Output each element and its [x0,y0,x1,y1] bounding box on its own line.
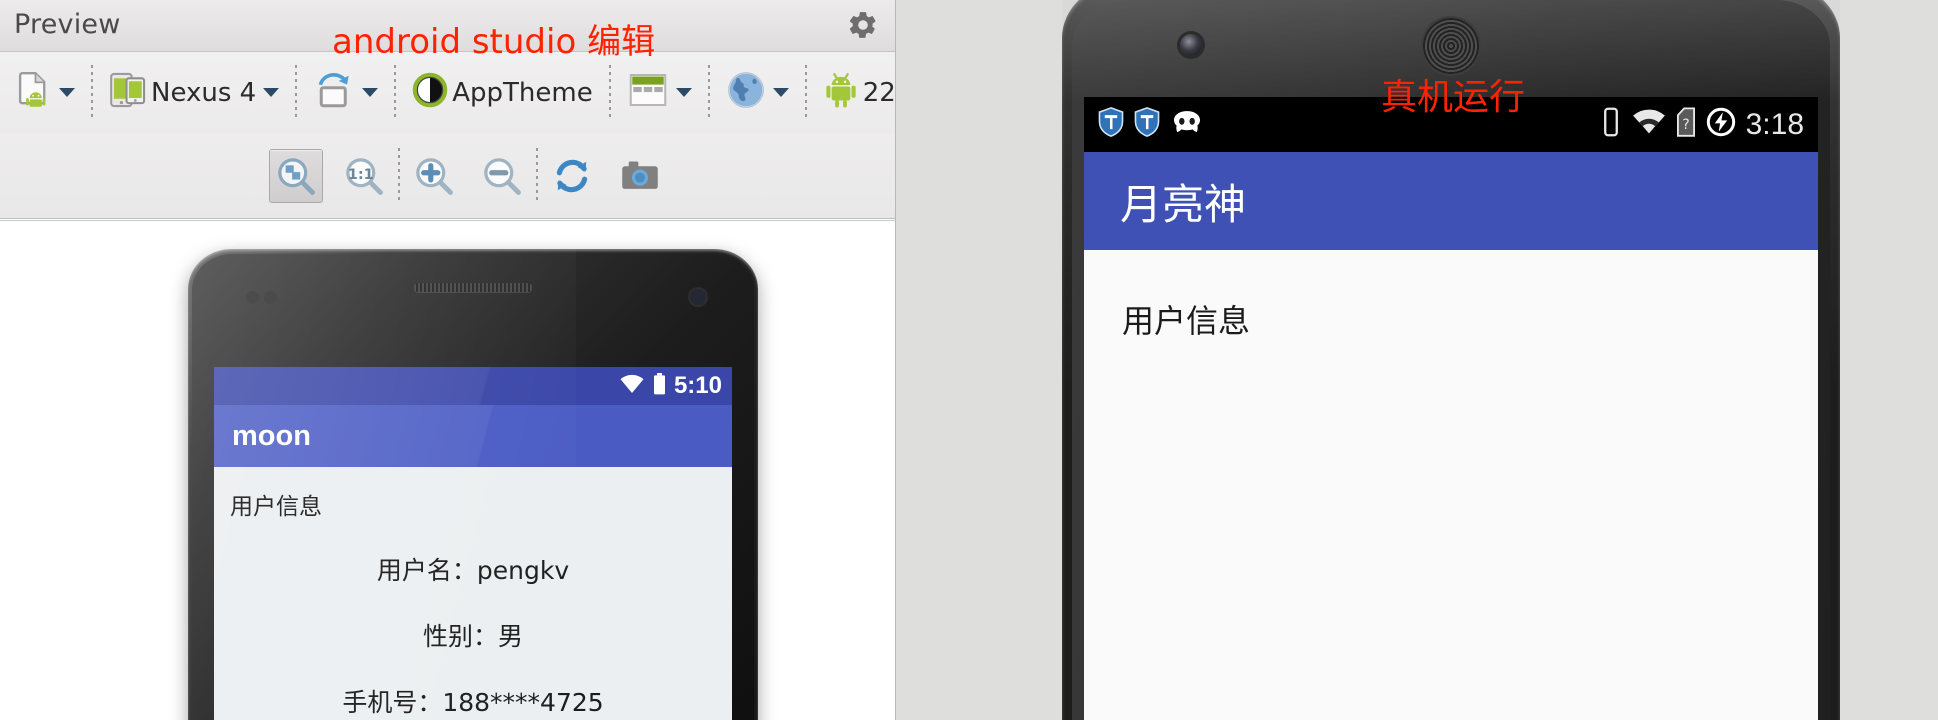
real-device-frame: ? 3:18 月亮神 用户信息 [1062,0,1840,720]
background-gap [897,0,1062,720]
sim-unknown-icon: ? [1676,107,1696,142]
preview-app-bar: moon [214,405,732,467]
rotate-icon [313,70,355,115]
layout-icon [627,70,669,115]
device-icon [109,70,147,115]
zoom-out-button[interactable] [475,149,529,203]
zoom-in-button[interactable] [407,149,461,203]
preview-status-bar: 5:10 [214,367,732,405]
background-right [1840,0,1938,720]
locale-chooser[interactable] [721,66,794,119]
vibrate-icon [1600,107,1622,142]
chevron-down-icon [263,88,280,97]
proximity-sensor-icon [246,291,259,304]
preview-row-username: 用户名：pengkv [376,556,570,585]
preview-render-canvas[interactable]: 5:10 moon 用户信息 用户名：pengkv 性别：男 手机号：188**… [0,220,895,720]
chevron-down-icon [362,88,379,97]
screenshot-root: Preview Nexus 4 AppTheme 22 1:1 5:10 moo… [0,0,1938,720]
battery-charging-icon [1706,107,1736,142]
globe-icon [726,70,766,115]
theme-chooser-label: AppTheme [452,77,593,108]
device-chooser-label: Nexus 4 [151,77,257,108]
preview-device-screen: 5:10 moon 用户信息 用户名：pengkv 性别：男 手机号：188**… [214,367,732,720]
preview-device-frame: 5:10 moon 用户信息 用户名：pengkv 性别：男 手机号：188**… [188,249,758,720]
preview-config-toolbar: Nexus 4 AppTheme 22 [0,52,896,133]
shield-icon [1098,107,1124,142]
configuration-chooser[interactable] [11,67,80,118]
preview-section-label: 用户信息 [230,494,322,520]
screenshot-button[interactable] [613,149,667,203]
svg-text:?: ? [1682,117,1689,133]
preview-row-phone: 手机号：188****4725 [342,688,604,717]
api-chooser-label: 22 [862,77,896,108]
battery-icon [653,372,666,400]
front-camera-icon [690,289,706,305]
light-sensor-icon [264,291,277,304]
api-chooser[interactable]: 22 [818,67,896,118]
refresh-button[interactable] [545,149,599,203]
theme-chooser[interactable]: AppTheme [407,68,597,117]
real-screen-content: 用户信息 [1084,250,1818,720]
device-chooser[interactable]: Nexus 4 [104,66,284,119]
preview-screen-content: 用户信息 用户名：pengkv 性别：男 手机号：188****4725 [214,467,732,720]
real-app-title: 月亮神 [1120,179,1247,229]
status-bar-system-icons: ? 3:18 [1600,107,1804,142]
gear-icon[interactable] [844,6,882,44]
activity-chooser[interactable] [622,66,697,119]
preview-row-gender: 性别：男 [422,622,523,651]
wifi-icon [1632,108,1666,141]
preview-titlebar: Preview [0,0,895,52]
real-status-bar: ? 3:18 [1084,97,1818,152]
theme-contrast-icon [412,72,448,113]
status-bar-notifications [1098,107,1204,142]
real-section-label: 用户信息 [1122,302,1251,340]
android-robot-icon [823,71,859,114]
preview-app-title: moon [232,419,311,452]
toolbar-separator [398,147,400,204]
preview-status-time: 5:10 [673,372,722,399]
zoom-to-fit-button[interactable] [269,148,323,203]
real-app-bar: 月亮神 [1084,152,1818,250]
preview-zoom-toolbar: 1:1 [0,133,895,219]
real-device-screen: ? 3:18 月亮神 用户信息 [1084,97,1818,720]
file-android-icon [16,71,52,114]
wifi-icon [619,374,645,399]
chevron-down-icon [675,88,692,97]
chevron-down-icon [59,88,75,97]
real-device-photo: ? 3:18 月亮神 用户信息 [1062,0,1840,720]
real-status-time: 3:18 [1745,107,1804,141]
cyanogenmod-icon [1170,109,1204,140]
toolbar-separator [536,147,538,204]
chevron-down-icon [772,88,789,97]
earpiece-icon [1421,16,1481,76]
zoom-actual-size-button[interactable]: 1:1 [337,149,391,203]
shield-icon [1134,107,1160,142]
front-camera-icon [1180,34,1202,56]
android-studio-preview-panel: Preview Nexus 4 AppTheme 22 1:1 5:10 moo… [0,0,896,720]
earpiece-icon [414,283,532,292]
orientation-chooser[interactable] [308,66,383,119]
panel-title: Preview [14,9,121,40]
